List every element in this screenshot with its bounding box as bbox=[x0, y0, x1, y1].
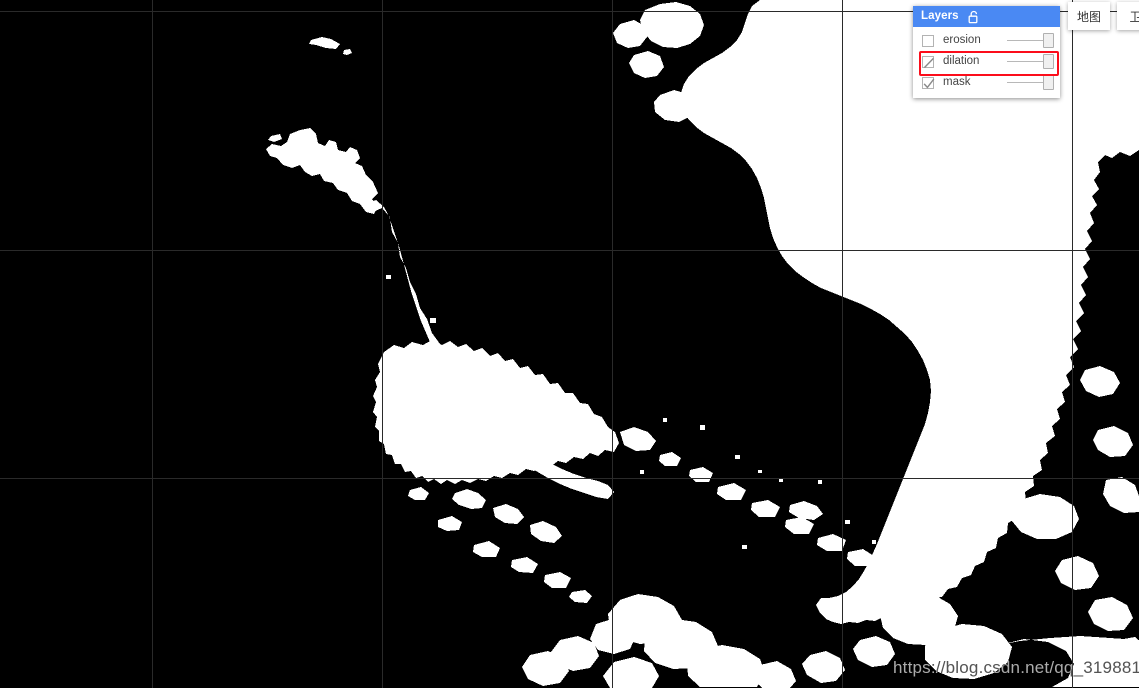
map-type-button-group: 地图 卫 bbox=[1068, 2, 1139, 30]
slider-handle[interactable] bbox=[1043, 54, 1054, 69]
unlocked-padlock-icon[interactable] bbox=[968, 10, 980, 24]
slider-handle[interactable] bbox=[1043, 75, 1054, 90]
checkbox-mask[interactable] bbox=[922, 76, 935, 89]
map-canvas[interactable] bbox=[0, 0, 1139, 688]
layers-panel-title: Layers bbox=[921, 10, 959, 22]
layer-label-erosion: erosion bbox=[943, 34, 981, 46]
opacity-slider-mask[interactable] bbox=[1007, 75, 1054, 90]
map-type-button-satellite[interactable]: 卫 bbox=[1117, 2, 1139, 30]
opacity-slider-erosion[interactable] bbox=[1007, 33, 1054, 48]
layer-row-mask[interactable]: mask bbox=[913, 72, 1060, 93]
slider-track bbox=[1007, 40, 1045, 41]
layer-label-mask: mask bbox=[943, 76, 971, 88]
layers-panel-header: Layers bbox=[913, 6, 1060, 27]
layer-label-dilation: dilation bbox=[943, 55, 980, 67]
map-type-button-ditu[interactable]: 地图 bbox=[1068, 2, 1111, 30]
checkbox-dilation[interactable] bbox=[922, 55, 934, 68]
layers-list: erosion dilation mask bbox=[913, 27, 1060, 98]
layer-row-dilation[interactable]: dilation bbox=[913, 51, 1060, 72]
slider-handle[interactable] bbox=[1043, 33, 1054, 48]
layer-row-erosion[interactable]: erosion bbox=[913, 30, 1060, 51]
slider-track bbox=[1007, 82, 1045, 83]
checkbox-erosion[interactable] bbox=[922, 34, 934, 47]
binary-mask-raster bbox=[0, 0, 1139, 688]
layers-control-panel[interactable]: Layers erosion dilation mask bbox=[913, 6, 1060, 98]
opacity-slider-dilation[interactable] bbox=[1007, 54, 1054, 69]
slider-track bbox=[1007, 61, 1045, 62]
app-root: https://blog.csdn.net/qq_31988139 地图 卫 L… bbox=[0, 0, 1139, 688]
